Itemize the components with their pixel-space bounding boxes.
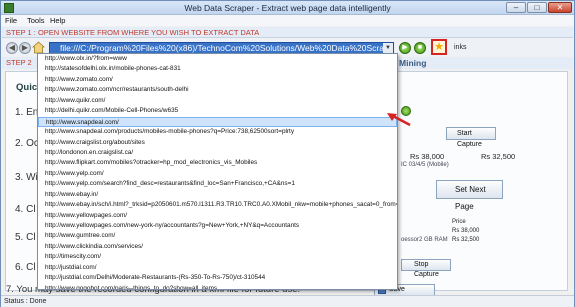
url-history-item[interactable]: http://justdial.com/Delhi/Moderate-Resta…: [38, 273, 397, 283]
url-history-item[interactable]: http://statesofdelhi.olx.in/mobile-phone…: [38, 64, 397, 74]
start-capture-button[interactable]: Start Capture: [446, 127, 496, 148]
set-next-page-button[interactable]: Set Next Page: [436, 180, 503, 211]
stop-button[interactable]: ■: [414, 42, 426, 54]
price-header: Price: [452, 219, 466, 225]
url-history-item[interactable]: http://www.ebay.in/: [38, 190, 397, 200]
url-history-item[interactable]: http://delhi.quikr.com/Mobile-Cell-Phone…: [38, 106, 397, 116]
url-history-item[interactable]: http://www.yellowpages.com/: [38, 211, 397, 221]
start-capture-label: Start Capture: [457, 130, 482, 148]
guide-step-2: 2. Oc: [15, 138, 39, 149]
price-small-1: Rs 38,000: [452, 228, 480, 234]
price-1: Rs 38,000: [410, 152, 445, 161]
menu-file[interactable]: File: [5, 16, 17, 25]
links-label: inks: [454, 44, 467, 51]
forward-button[interactable]: ▶: [19, 42, 31, 54]
product-fragment-2: oessor2 GB RAM: [401, 237, 448, 243]
mining-tab[interactable]: Mining: [399, 57, 426, 69]
url-history-item[interactable]: http://www.yellowpages.com/new-york-ny/a…: [38, 221, 397, 231]
url-history-item[interactable]: http://www.craigslist.org/about/sites: [38, 138, 397, 148]
url-history-item[interactable]: http://timescity.com/: [38, 252, 397, 262]
url-dropdown-toggle[interactable]: ▼: [383, 43, 393, 53]
url-history-item[interactable]: http://www.zomato.com/ncr/restaurants/so…: [38, 85, 397, 95]
title-bar: Web Data Scraper - Extract web page data…: [1, 1, 574, 15]
guide-step-6: 6. Cl: [15, 262, 36, 273]
url-history-item[interactable]: http://www.flipkart.com/mobiles?otracker…: [38, 158, 397, 168]
url-history-item[interactable]: http://www.quikr.com/: [38, 96, 397, 106]
product-fragment-1: IC 03/4/5 (Mobile): [401, 162, 449, 168]
url-history-item[interactable]: http://www.snapdeal.com/: [38, 116, 397, 128]
guide-step-1: 1. En: [15, 107, 39, 118]
status-bar: Status : Done: [1, 295, 574, 307]
guide-step-3: 3. Wi: [15, 172, 38, 183]
window-title: Web Data Scraper - Extract web page data…: [184, 3, 391, 13]
url-history-item[interactable]: http://www.gumtree.com/: [38, 231, 397, 241]
minimize-button[interactable]: –: [506, 2, 526, 13]
menu-tools[interactable]: Tools: [27, 16, 45, 25]
url-history-dropdown[interactable]: http://www.olx.in/?from=www http://states…: [37, 53, 398, 290]
url-history-item[interactable]: http://www.yelp.com/: [38, 169, 397, 179]
menu-help[interactable]: Help: [50, 16, 65, 25]
url-history-item[interactable]: http://www.snapdeal.com/products/mobiles…: [38, 127, 397, 137]
stop-capture-label: Stop Capture: [414, 261, 439, 278]
favorites-star-icon[interactable]: ★: [431, 39, 447, 55]
url-text: file:///C:/Program%20Files%20(x86)/Techn…: [60, 43, 394, 53]
guide-step-4: 4. Cl: [15, 204, 36, 215]
url-history-item[interactable]: http://www.gogobot.com/paris--things_to_…: [38, 284, 397, 289]
url-history-item[interactable]: http://londonon.en.craigslist.ca/: [38, 148, 397, 158]
close-button[interactable]: ✕: [548, 2, 572, 13]
guide-title: Quic: [16, 82, 38, 93]
stop-capture-button[interactable]: Stop Capture: [401, 259, 451, 278]
go-button[interactable]: ▶: [399, 42, 411, 54]
price-2: Rs 32,500: [481, 152, 516, 161]
app-window: Web Data Scraper - Extract web page data…: [0, 0, 575, 307]
url-history-item[interactable]: http://www.olx.in/?from=www: [38, 54, 397, 64]
maximize-button[interactable]: □: [527, 2, 547, 13]
url-history-item[interactable]: http://www.yelp.com/search?find_desc=res…: [38, 179, 397, 189]
url-history-item[interactable]: http://justdial.com/: [38, 263, 397, 273]
url-history-item[interactable]: http://www.zomato.com/: [38, 75, 397, 85]
pointer-arrow-icon: [387, 113, 411, 126]
menu-bar: File Tools Help: [1, 15, 574, 26]
set-next-page-label: Set Next Page: [455, 185, 486, 211]
guide-step-5: 5. Cl: [15, 232, 36, 243]
back-button[interactable]: ◀: [6, 42, 18, 54]
step1-header: STEP 1 : OPEN WEBSITE FROM WHERE YOU WIS…: [2, 27, 573, 38]
price-small-2: Rs 32,500: [452, 237, 480, 243]
url-history-item[interactable]: http://www.ebay.in/sch/i.html?_trksid=p2…: [38, 200, 397, 210]
url-history-item[interactable]: http://www.clickindia.com/services/: [38, 242, 397, 252]
